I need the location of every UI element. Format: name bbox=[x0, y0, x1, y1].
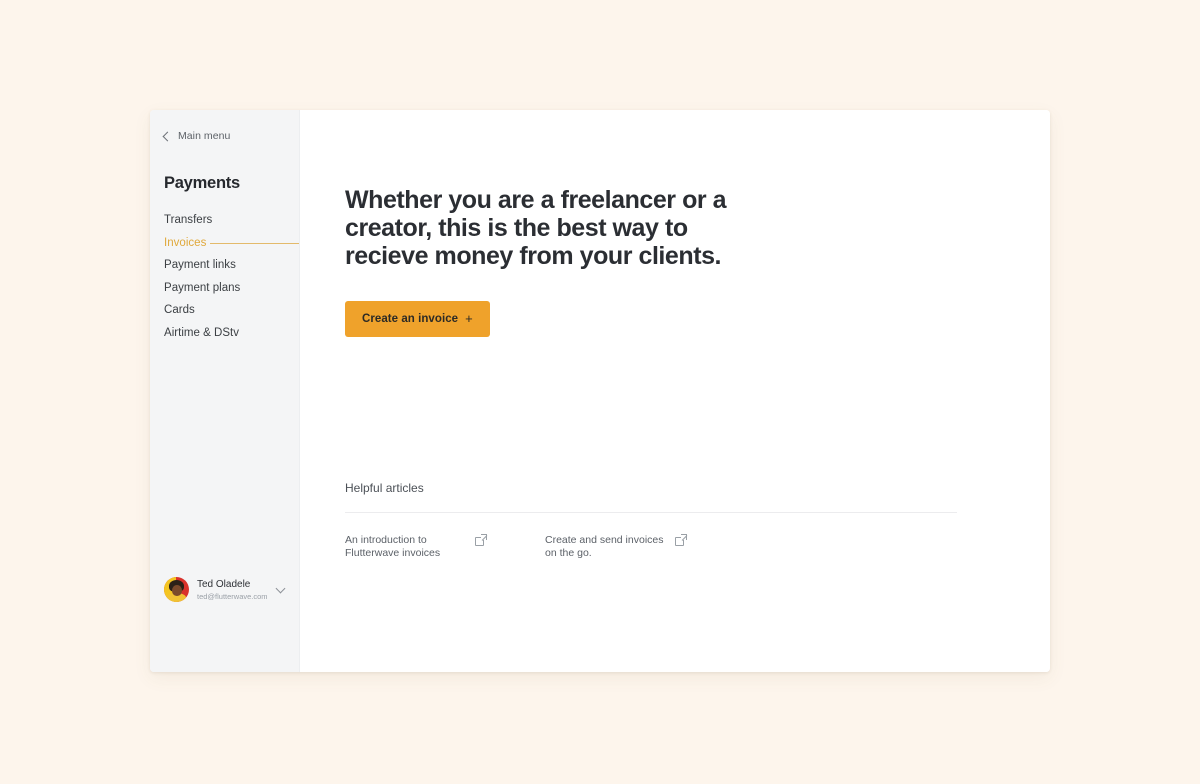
article-title: Create and send invoices on the go. bbox=[545, 534, 664, 559]
active-item-rule bbox=[210, 242, 299, 244]
create-invoice-label: Create an invoice bbox=[362, 313, 459, 325]
page-title: Payments bbox=[164, 174, 240, 192]
sidebar-item-label: Airtime & DStv bbox=[164, 326, 240, 339]
app-window: Main menu Payments Transfers Invoices Pa… bbox=[150, 110, 1050, 672]
avatar-face bbox=[171, 585, 182, 596]
helpful-articles-list: An introduction to Flutterwave invoices … bbox=[345, 534, 965, 560]
sidebar-nav: Transfers Invoices Payment links Payment… bbox=[150, 209, 299, 344]
sidebar-item-transfers[interactable]: Transfers bbox=[150, 209, 299, 232]
back-to-main-menu-link[interactable]: Main menu bbox=[162, 130, 231, 142]
external-link-icon[interactable] bbox=[675, 534, 687, 546]
sidebar-item-label: Payment links bbox=[164, 259, 236, 272]
user-name: Ted Oladele bbox=[197, 578, 251, 590]
external-link-icon[interactable] bbox=[475, 534, 487, 546]
sidebar-item-payment-plans[interactable]: Payment plans bbox=[150, 277, 299, 300]
article-link-send-invoices[interactable]: Create and send invoices on the go. bbox=[545, 534, 687, 560]
main-content: Whether you are a freelancer or a creato… bbox=[300, 110, 1050, 672]
helpful-articles-divider bbox=[345, 512, 957, 513]
article-link-intro[interactable]: An introduction to Flutterwave invoices bbox=[345, 534, 545, 560]
helpful-articles-title: Helpful articles bbox=[345, 481, 424, 495]
user-meta: Ted Oladele ted@flutterwave.com bbox=[197, 578, 277, 602]
sidebar: Main menu Payments Transfers Invoices Pa… bbox=[150, 110, 300, 672]
plus-icon: + bbox=[465, 311, 473, 326]
sidebar-item-label: Invoices bbox=[164, 236, 207, 249]
hero-heading: Whether you are a freelancer or a creato… bbox=[345, 186, 727, 270]
sidebar-item-label: Transfers bbox=[164, 214, 213, 227]
sidebar-item-label: Cards bbox=[164, 304, 195, 317]
sidebar-item-airtime-dstv[interactable]: Airtime & DStv bbox=[150, 322, 299, 345]
create-invoice-button[interactable]: Create an invoice + bbox=[345, 301, 490, 337]
chevron-down-icon[interactable] bbox=[275, 583, 286, 593]
back-link-label: Main menu bbox=[178, 130, 231, 142]
article-title: An introduction to Flutterwave invoices bbox=[345, 534, 441, 559]
sidebar-item-payment-links[interactable]: Payment links bbox=[150, 254, 299, 277]
user-email: ted@flutterwave.com bbox=[197, 591, 268, 601]
sidebar-item-invoices[interactable]: Invoices bbox=[150, 232, 299, 255]
sidebar-item-label: Payment plans bbox=[164, 281, 241, 294]
user-account-menu[interactable]: Ted Oladele ted@flutterwave.com bbox=[164, 577, 290, 602]
sidebar-item-cards[interactable]: Cards bbox=[150, 299, 299, 322]
chevron-left-icon bbox=[162, 131, 173, 141]
avatar bbox=[164, 577, 189, 602]
